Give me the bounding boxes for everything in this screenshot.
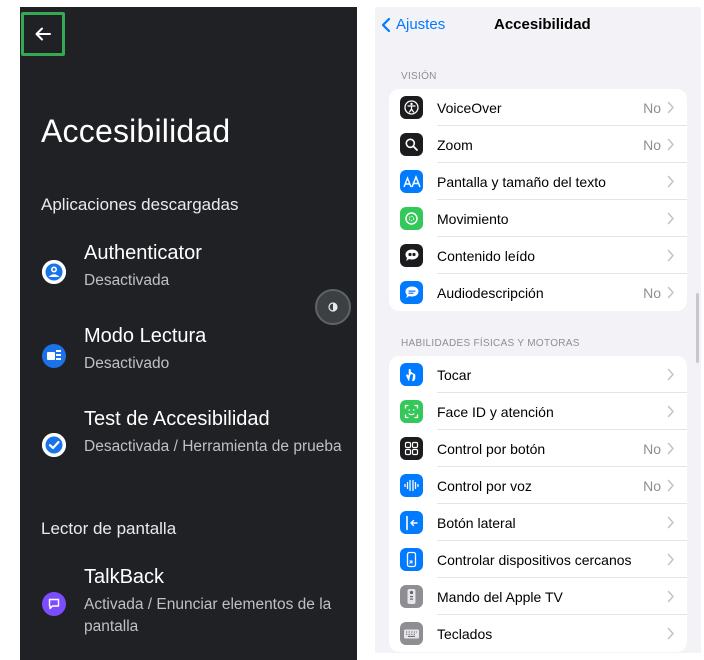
settings-row-touch[interactable]: Tocar xyxy=(389,356,687,393)
chevron-right-icon xyxy=(667,212,674,225)
contrast-icon xyxy=(328,302,338,312)
row-label: Control por voz xyxy=(437,478,532,494)
touch-icon xyxy=(400,363,423,386)
row-label: Controlar dispositivos cercanos xyxy=(437,552,632,568)
row-label: Tocar xyxy=(437,367,472,383)
page-title: Accesibilidad xyxy=(41,113,231,149)
chevron-left-icon xyxy=(381,17,391,32)
nav-back-button[interactable]: Ajustes xyxy=(381,16,445,33)
item-name: TalkBack xyxy=(84,566,165,588)
side-button-icon xyxy=(400,511,423,534)
settings-row-voice-control[interactable]: Control por voz No xyxy=(389,467,687,504)
list-item-reading-mode[interactable]: Modo Lectura Desactivado xyxy=(20,325,357,385)
settings-row-motion[interactable]: Movimiento xyxy=(389,200,687,237)
chevron-right-icon xyxy=(667,138,674,151)
row-value: No xyxy=(643,285,661,301)
back-button[interactable] xyxy=(21,12,65,56)
row-value: No xyxy=(643,137,661,153)
item-status: Activada / Enunciar elementos de la pant… xyxy=(84,596,332,635)
ios-accessibility-screen: Ajustes Accesibilidad VISIÓN VoiceOver N… xyxy=(375,7,701,653)
row-label: Face ID y atención xyxy=(437,404,554,420)
scrollbar[interactable] xyxy=(696,293,699,363)
nearby-devices-icon xyxy=(400,548,423,571)
list-item-accessibility-scanner[interactable]: Test de Accesibilidad Desactivada / Herr… xyxy=(20,408,357,484)
chevron-right-icon xyxy=(667,442,674,455)
nav-title: Accesibilidad xyxy=(494,16,591,33)
item-name: Authenticator xyxy=(84,242,202,264)
settings-row-audio-description[interactable]: Audiodescripción No xyxy=(389,274,687,311)
switch-control-icon xyxy=(400,437,423,460)
accessibility-floating-button[interactable] xyxy=(315,289,351,325)
section-header-physical-motor: HABILIDADES FÍSICAS Y MOTORAS xyxy=(401,338,580,349)
chevron-right-icon xyxy=(667,553,674,566)
settings-row-voiceover[interactable]: VoiceOver No xyxy=(389,89,687,126)
settings-row-text-size[interactable]: Pantalla y tamaño del texto xyxy=(389,163,687,200)
settings-row-spoken-content[interactable]: Contenido leído xyxy=(389,237,687,274)
settings-row-face-id[interactable]: Face ID y atención xyxy=(389,393,687,430)
chevron-right-icon xyxy=(667,479,674,492)
section-header-vision: VISIÓN xyxy=(401,71,437,82)
settings-row-nearby-devices[interactable]: Controlar dispositivos cercanos xyxy=(389,541,687,578)
row-label: Contenido leído xyxy=(437,248,536,264)
section-header-downloaded-apps: Aplicaciones descargadas xyxy=(41,195,239,214)
row-value: No xyxy=(643,100,661,116)
authenticator-icon xyxy=(42,260,66,284)
settings-row-zoom[interactable]: Zoom No xyxy=(389,126,687,163)
chevron-right-icon xyxy=(667,101,674,114)
item-status: Desactivada / Herramienta de prueba xyxy=(84,438,342,455)
talkback-icon xyxy=(42,592,66,616)
voice-control-icon xyxy=(400,474,423,497)
row-label: Audiodescripción xyxy=(437,285,544,301)
item-status: Desactivado xyxy=(84,355,170,372)
list-item-talkback[interactable]: TalkBack Activada / Enunciar elementos d… xyxy=(20,566,357,642)
row-label: Pantalla y tamaño del texto xyxy=(437,174,606,190)
accessibility-scanner-icon xyxy=(42,433,66,457)
android-accessibility-screen: Accesibilidad Aplicaciones descargadas A… xyxy=(20,7,357,660)
settings-row-switch-control[interactable]: Control por botón No xyxy=(389,430,687,467)
motion-icon xyxy=(400,207,423,230)
row-label: Control por botón xyxy=(437,441,546,457)
vision-settings-group: VoiceOver No Zoom No Pantalla y tamaño d… xyxy=(389,89,687,311)
chevron-right-icon xyxy=(667,286,674,299)
arrow-left-icon xyxy=(35,27,51,41)
settings-row-keyboards[interactable]: Teclados xyxy=(389,615,687,652)
section-header-screen-reader: Lector de pantalla xyxy=(41,519,177,538)
row-label: Botón lateral xyxy=(437,515,516,531)
zoom-icon xyxy=(400,133,423,156)
chevron-right-icon xyxy=(667,590,674,603)
settings-row-side-button[interactable]: Botón lateral xyxy=(389,504,687,541)
keyboards-icon xyxy=(400,622,423,645)
face-id-icon xyxy=(400,400,423,423)
reading-mode-icon xyxy=(42,344,66,368)
chevron-right-icon xyxy=(667,405,674,418)
list-item-authenticator[interactable]: Authenticator Desactivada xyxy=(20,242,357,302)
nav-back-label: Ajustes xyxy=(396,16,446,33)
chevron-right-icon xyxy=(667,627,674,640)
row-label: Zoom xyxy=(437,137,473,153)
item-name: Modo Lectura xyxy=(84,325,207,347)
row-value: No xyxy=(643,478,661,494)
row-label: Teclados xyxy=(437,626,493,642)
chevron-right-icon xyxy=(667,516,674,529)
text-size-icon xyxy=(400,170,423,193)
spoken-content-icon xyxy=(400,244,423,267)
row-label: VoiceOver xyxy=(437,100,502,116)
chevron-right-icon xyxy=(667,368,674,381)
row-label: Movimiento xyxy=(437,211,509,227)
apple-tv-remote-icon xyxy=(400,585,423,608)
row-label: Mando del Apple TV xyxy=(437,589,563,605)
physical-motor-settings-group: Tocar Face ID y atención Control por bot… xyxy=(389,356,687,652)
voiceover-icon xyxy=(400,96,423,119)
chevron-right-icon xyxy=(667,249,674,262)
settings-row-apple-tv-remote[interactable]: Mando del Apple TV xyxy=(389,578,687,615)
chevron-right-icon xyxy=(667,175,674,188)
audio-description-icon xyxy=(400,281,423,304)
item-status: Desactivada xyxy=(84,272,170,289)
item-name: Test de Accesibilidad xyxy=(84,408,270,430)
row-value: No xyxy=(643,441,661,457)
